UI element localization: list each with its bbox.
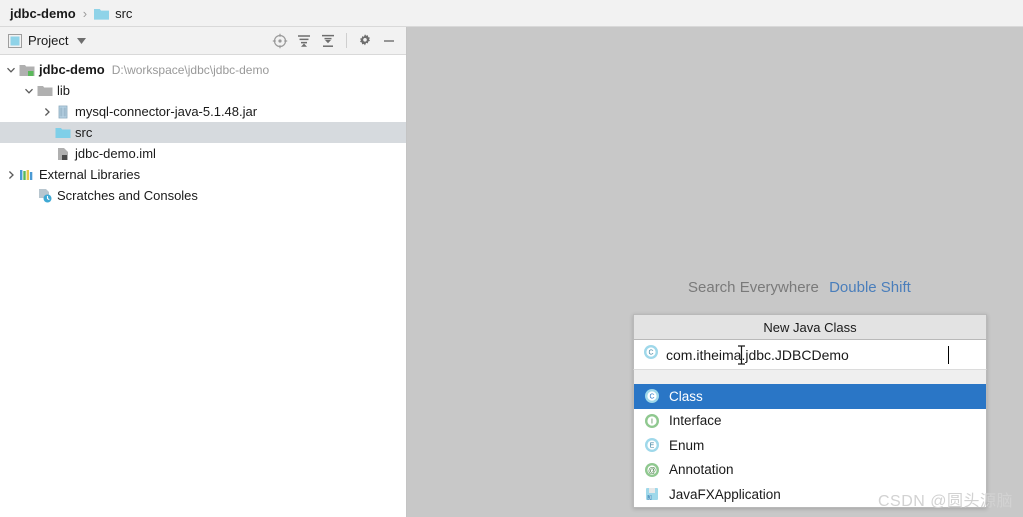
project-tree: jdbc-demo D:\workspace\jdbc\jdbc-demo li… — [0, 55, 406, 206]
expand-all-icon[interactable] — [293, 30, 315, 52]
class-name-input-row[interactable]: C — [633, 340, 987, 370]
tree-node-label: lib — [57, 80, 70, 101]
tree-arrow-spacer — [22, 185, 36, 206]
locate-file-icon[interactable] — [269, 30, 291, 52]
tree-row-src[interactable]: src — [0, 122, 406, 143]
annotation-icon: @ — [643, 462, 661, 478]
chevron-collapsed-icon[interactable] — [4, 164, 18, 185]
scratches-icon — [36, 185, 54, 206]
external-libraries-icon — [18, 164, 36, 185]
settings-gear-icon[interactable] — [354, 30, 376, 52]
tree-node-label: src — [75, 122, 92, 143]
tree-row[interactable]: Scratches and Consoles — [0, 185, 406, 206]
chevron-expanded-icon[interactable] — [4, 59, 18, 80]
folder-icon — [36, 80, 54, 101]
text-caret — [948, 346, 949, 364]
popup-separator-gap — [633, 370, 987, 384]
breadcrumb-root[interactable]: jdbc-demo — [10, 6, 76, 21]
project-tool-window: Project — [0, 27, 407, 517]
module-icon — [18, 59, 36, 80]
chevron-collapsed-icon[interactable] — [40, 101, 54, 122]
svg-text:C: C — [649, 394, 654, 401]
project-toolbar: Project — [0, 27, 406, 55]
project-panel-title: Project — [28, 33, 68, 48]
svg-text:C: C — [648, 350, 653, 357]
tree-node-path: D:\workspace\jdbc\jdbc-demo — [112, 63, 269, 77]
class-name-input[interactable] — [666, 347, 956, 363]
breadcrumb-separator-icon: › — [83, 6, 87, 21]
collapse-all-icon[interactable] — [317, 30, 339, 52]
tree-arrow-spacer — [40, 122, 54, 143]
chevron-expanded-icon[interactable] — [22, 80, 36, 101]
tree-row[interactable]: External Libraries — [0, 164, 406, 185]
class-icon: C — [643, 388, 661, 404]
project-window-icon — [8, 34, 22, 48]
tree-row[interactable]: jdbc-demo D:\workspace\jdbc\jdbc-demo — [0, 59, 406, 80]
folder-icon — [94, 7, 109, 20]
list-item-label: Enum — [669, 438, 704, 453]
list-item-annotation[interactable]: @ Annotation — [634, 458, 986, 483]
breadcrumb: jdbc-demo › src — [0, 0, 1023, 27]
tree-node-label: jdbc-demo.iml — [75, 143, 156, 164]
double-shift-shortcut: Double Shift — [829, 279, 911, 296]
search-everywhere-label: Search Everywhere — [688, 279, 819, 296]
svg-text:E: E — [650, 443, 655, 450]
enum-icon: E — [643, 437, 661, 453]
iml-file-icon — [54, 143, 72, 164]
tree-node-label: External Libraries — [39, 164, 140, 185]
javafx-app-icon: J — [643, 486, 661, 502]
list-item-label: Interface — [669, 413, 722, 428]
tree-row[interactable]: jdbc-demo.iml — [0, 143, 406, 164]
chevron-down-icon[interactable] — [77, 38, 86, 44]
tree-node-label: Scratches and Consoles — [57, 185, 198, 206]
list-item-label: JavaFXApplication — [669, 487, 781, 502]
list-item-label: Annotation — [669, 462, 734, 477]
list-item-class[interactable]: C Class — [634, 384, 986, 409]
tree-row[interactable]: lib — [0, 80, 406, 101]
tree-row[interactable]: mysql-connector-java-5.1.48.jar — [0, 101, 406, 122]
svg-text:I: I — [651, 418, 653, 425]
jar-icon — [54, 101, 72, 122]
svg-text:@: @ — [648, 466, 656, 475]
java-class-icon: C — [643, 344, 659, 365]
list-item-enum[interactable]: E Enum — [634, 433, 986, 458]
watermark-text: CSDN @圆头源脑 — [878, 487, 1013, 511]
source-folder-icon — [54, 122, 72, 143]
interface-icon: I — [643, 413, 661, 429]
search-everywhere-hint: Search Everywhere Double Shift — [688, 279, 911, 296]
popup-title: New Java Class — [633, 314, 987, 340]
breadcrumb-current[interactable]: src — [115, 6, 132, 21]
new-java-class-popup: New Java Class C C Class — [633, 314, 987, 508]
list-item-label: Class — [669, 389, 703, 404]
toolbar-divider — [346, 33, 347, 48]
tree-node-label: jdbc-demo — [39, 59, 105, 80]
tree-node-label: mysql-connector-java-5.1.48.jar — [75, 101, 257, 122]
svg-text:J: J — [648, 496, 651, 502]
tree-arrow-spacer — [40, 143, 54, 164]
list-item-interface[interactable]: I Interface — [634, 409, 986, 434]
hide-minimize-icon[interactable] — [378, 30, 400, 52]
